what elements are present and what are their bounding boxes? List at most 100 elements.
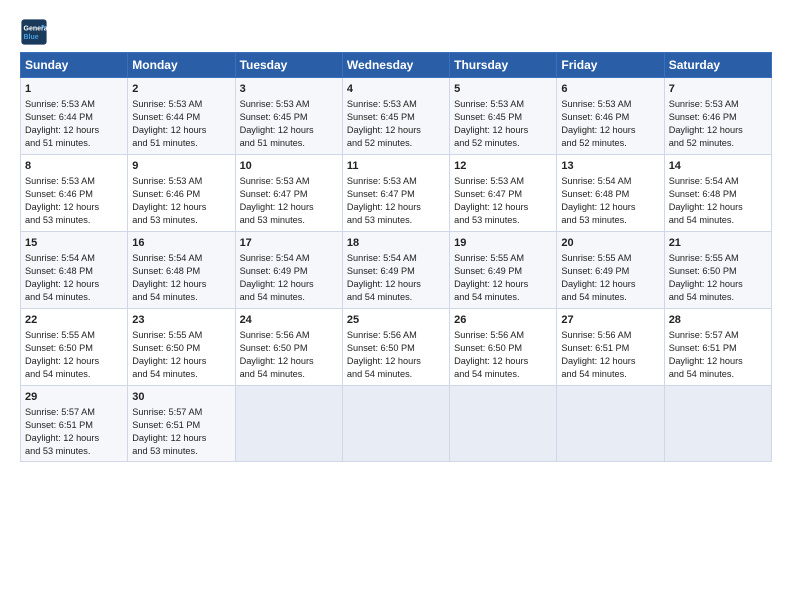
cell-text: Sunrise: 5:57 AM <box>132 406 230 419</box>
week-row-1: 1Sunrise: 5:53 AMSunset: 6:44 PMDaylight… <box>21 78 772 155</box>
cell-text: Daylight: 12 hours <box>454 278 552 291</box>
cell-text: Sunrise: 5:53 AM <box>132 175 230 188</box>
day-number: 27 <box>561 313 659 328</box>
week-row-4: 22Sunrise: 5:55 AMSunset: 6:50 PMDayligh… <box>21 308 772 385</box>
day-number: 4 <box>347 82 445 97</box>
day-number: 28 <box>669 313 767 328</box>
day-number: 19 <box>454 236 552 251</box>
day-number: 16 <box>132 236 230 251</box>
cell-text: Sunrise: 5:53 AM <box>240 175 338 188</box>
calendar-cell: 8Sunrise: 5:53 AMSunset: 6:46 PMDaylight… <box>21 154 128 231</box>
calendar-cell: 12Sunrise: 5:53 AMSunset: 6:47 PMDayligh… <box>450 154 557 231</box>
cell-text: Sunrise: 5:53 AM <box>454 98 552 111</box>
cell-text: and 51 minutes. <box>240 137 338 150</box>
calendar-cell: 28Sunrise: 5:57 AMSunset: 6:51 PMDayligh… <box>664 308 771 385</box>
calendar-cell: 1Sunrise: 5:53 AMSunset: 6:44 PMDaylight… <box>21 78 128 155</box>
cell-text: Daylight: 12 hours <box>669 124 767 137</box>
cell-text: Sunset: 6:47 PM <box>347 188 445 201</box>
cell-text: Sunrise: 5:53 AM <box>25 175 123 188</box>
cell-text: Sunrise: 5:53 AM <box>454 175 552 188</box>
calendar-cell: 5Sunrise: 5:53 AMSunset: 6:45 PMDaylight… <box>450 78 557 155</box>
cell-text: and 53 minutes. <box>240 214 338 227</box>
cell-text: Sunrise: 5:55 AM <box>561 252 659 265</box>
cell-text: Sunrise: 5:55 AM <box>454 252 552 265</box>
day-number: 15 <box>25 236 123 251</box>
cell-text: and 54 minutes. <box>561 291 659 304</box>
cell-text: Sunset: 6:50 PM <box>25 342 123 355</box>
calendar-cell: 17Sunrise: 5:54 AMSunset: 6:49 PMDayligh… <box>235 231 342 308</box>
calendar-cell: 18Sunrise: 5:54 AMSunset: 6:49 PMDayligh… <box>342 231 449 308</box>
cell-text: Sunrise: 5:54 AM <box>132 252 230 265</box>
cell-text: Sunrise: 5:53 AM <box>347 175 445 188</box>
cell-text: Sunset: 6:46 PM <box>669 111 767 124</box>
calendar-cell: 26Sunrise: 5:56 AMSunset: 6:50 PMDayligh… <box>450 308 557 385</box>
cell-text: Sunrise: 5:53 AM <box>132 98 230 111</box>
day-number: 18 <box>347 236 445 251</box>
cell-text: Sunset: 6:46 PM <box>561 111 659 124</box>
calendar-cell: 16Sunrise: 5:54 AMSunset: 6:48 PMDayligh… <box>128 231 235 308</box>
cell-text: and 54 minutes. <box>347 368 445 381</box>
cell-text: Sunset: 6:51 PM <box>669 342 767 355</box>
calendar-body: 1Sunrise: 5:53 AMSunset: 6:44 PMDaylight… <box>21 78 772 462</box>
header-row: Sunday Monday Tuesday Wednesday Thursday… <box>21 53 772 78</box>
cell-text: Daylight: 12 hours <box>454 201 552 214</box>
cell-text: Daylight: 12 hours <box>25 278 123 291</box>
cell-text: Daylight: 12 hours <box>240 124 338 137</box>
cell-text: Sunrise: 5:53 AM <box>669 98 767 111</box>
cell-text: and 54 minutes. <box>25 291 123 304</box>
cell-text: Sunset: 6:48 PM <box>132 265 230 278</box>
calendar-cell: 9Sunrise: 5:53 AMSunset: 6:46 PMDaylight… <box>128 154 235 231</box>
calendar-cell: 15Sunrise: 5:54 AMSunset: 6:48 PMDayligh… <box>21 231 128 308</box>
cell-text: Daylight: 12 hours <box>561 278 659 291</box>
cell-text: and 54 minutes. <box>669 291 767 304</box>
cell-text: Sunrise: 5:57 AM <box>669 329 767 342</box>
cell-text: Sunset: 6:49 PM <box>347 265 445 278</box>
day-number: 25 <box>347 313 445 328</box>
cell-text: Daylight: 12 hours <box>240 278 338 291</box>
cell-text: and 53 minutes. <box>132 214 230 227</box>
day-number: 23 <box>132 313 230 328</box>
cell-text: Sunrise: 5:56 AM <box>347 329 445 342</box>
col-sunday: Sunday <box>21 53 128 78</box>
cell-text: Sunrise: 5:56 AM <box>240 329 338 342</box>
cell-text: Sunset: 6:46 PM <box>25 188 123 201</box>
calendar-cell: 19Sunrise: 5:55 AMSunset: 6:49 PMDayligh… <box>450 231 557 308</box>
cell-text: Sunset: 6:47 PM <box>240 188 338 201</box>
cell-text: and 54 minutes. <box>240 368 338 381</box>
cell-text: and 54 minutes. <box>132 368 230 381</box>
cell-text: Sunrise: 5:54 AM <box>240 252 338 265</box>
page: General Blue Sunday Monday Tuesday Wedne… <box>0 0 792 612</box>
cell-text: and 53 minutes. <box>25 445 123 458</box>
day-number: 1 <box>25 82 123 97</box>
cell-text: and 53 minutes. <box>347 214 445 227</box>
cell-text: Daylight: 12 hours <box>132 432 230 445</box>
day-number: 13 <box>561 159 659 174</box>
col-monday: Monday <box>128 53 235 78</box>
cell-text: Daylight: 12 hours <box>347 124 445 137</box>
day-number: 9 <box>132 159 230 174</box>
cell-text: Daylight: 12 hours <box>561 355 659 368</box>
cell-text: Sunrise: 5:54 AM <box>669 175 767 188</box>
cell-text: Sunset: 6:45 PM <box>240 111 338 124</box>
cell-text: Daylight: 12 hours <box>669 278 767 291</box>
week-row-2: 8Sunrise: 5:53 AMSunset: 6:46 PMDaylight… <box>21 154 772 231</box>
calendar-cell: 4Sunrise: 5:53 AMSunset: 6:45 PMDaylight… <box>342 78 449 155</box>
cell-text: Daylight: 12 hours <box>454 355 552 368</box>
col-friday: Friday <box>557 53 664 78</box>
week-row-5: 29Sunrise: 5:57 AMSunset: 6:51 PMDayligh… <box>21 385 772 462</box>
cell-text: Daylight: 12 hours <box>25 355 123 368</box>
cell-text: Sunset: 6:45 PM <box>454 111 552 124</box>
logo: General Blue <box>20 18 52 46</box>
cell-text: and 54 minutes. <box>240 291 338 304</box>
calendar-cell <box>557 385 664 462</box>
cell-text: and 54 minutes. <box>561 368 659 381</box>
cell-text: Sunset: 6:50 PM <box>132 342 230 355</box>
cell-text: Sunset: 6:48 PM <box>561 188 659 201</box>
cell-text: and 54 minutes. <box>347 291 445 304</box>
day-number: 30 <box>132 390 230 405</box>
cell-text: and 54 minutes. <box>669 368 767 381</box>
day-number: 17 <box>240 236 338 251</box>
cell-text: and 53 minutes. <box>25 214 123 227</box>
cell-text: Daylight: 12 hours <box>347 201 445 214</box>
cell-text: and 52 minutes. <box>347 137 445 150</box>
